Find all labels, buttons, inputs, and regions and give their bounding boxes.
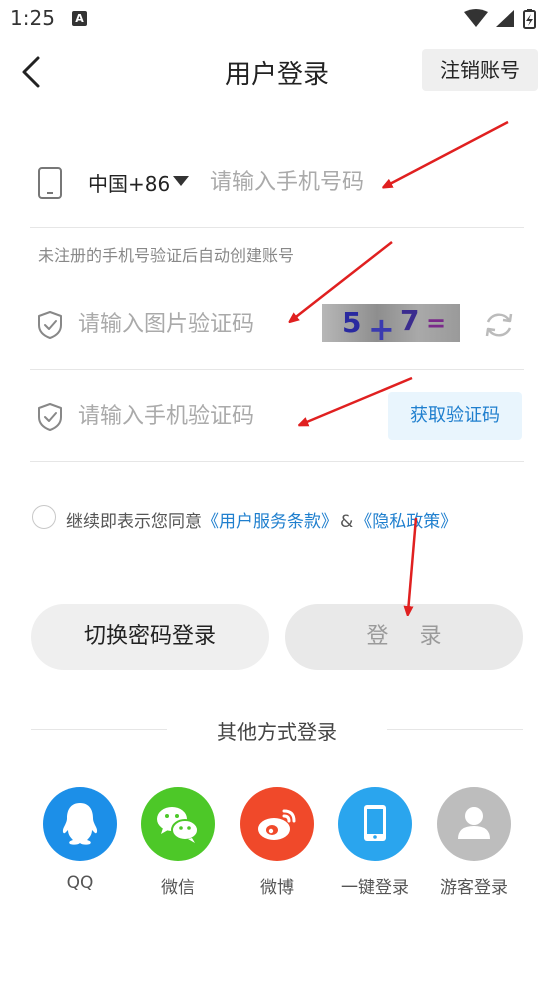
guest-login-option[interactable]: 游客登录 [436,787,512,898]
caret-down-icon[interactable] [172,174,190,188]
captcha-image[interactable]: 5 + 7 = [322,304,460,342]
terms-link[interactable]: 《用户服务条款》 [202,512,338,532]
wifi-icon [464,9,488,27]
battery-charging-icon [526,14,533,26]
header: 用户登录 注销账号 [0,36,554,108]
country-code-selector[interactable]: 中国+86 [88,168,170,197]
image-captcha-input[interactable] [78,304,308,344]
image-captcha-row: 5 + 7 = [30,278,524,370]
sms-code-input[interactable] [78,396,358,436]
agreement-text: 继续即表示您同意《用户服务条款》 & 《隐私政策》 [66,507,457,532]
sms-code-row: 获取验证码 [30,370,524,462]
agreement-prefix: 继续即表示您同意 [66,512,202,532]
qq-login-option[interactable]: QQ [42,787,118,893]
agreement-row: 继续即表示您同意《用户服务条款》 & 《隐私政策》 [30,503,524,533]
weibo-login-option[interactable]: 微博 [239,787,315,898]
weibo-icon[interactable] [240,787,314,861]
qq-label: QQ [66,873,94,893]
one-click-login-label: 一键登录 [341,878,409,898]
notification-a-icon: A [72,11,87,26]
shield-check-icon [38,311,62,339]
one-click-login-option[interactable]: 一键登录 [337,787,413,898]
captcha-char: 7 [400,304,420,337]
agreement-separator: & [340,512,354,532]
cancel-account-button[interactable]: 注销账号 [422,49,538,91]
wechat-icon[interactable] [141,787,215,861]
guest-login-label: 游客登录 [440,878,508,898]
weibo-label: 微博 [260,878,294,898]
signal-icon [496,10,514,27]
qq-icon[interactable] [43,787,117,861]
wechat-login-option[interactable]: 微信 [140,787,216,898]
wechat-label: 微信 [161,878,195,898]
shield-check-icon [38,403,62,431]
status-time: 1:25 [10,6,55,30]
mobile-phone-icon [38,167,62,199]
switch-password-login-button[interactable]: 切换密码登录 [31,604,269,670]
auto-register-hint: 未注册的手机号验证后自动创建账号 [38,246,295,265]
phone-icon[interactable] [338,787,412,861]
guest-icon[interactable] [437,787,511,861]
other-login-title: 其他方式登录 [217,720,337,744]
login-button[interactable]: 登 录 [285,604,523,670]
status-icons [462,8,546,34]
captcha-char: = [426,309,447,337]
agreement-checkbox[interactable] [32,505,56,529]
phone-number-input[interactable] [210,162,510,202]
refresh-icon[interactable] [482,308,516,342]
captcha-char: + [368,310,395,342]
status-bar: 1:25 A [0,0,554,36]
captcha-char: 5 [342,306,362,339]
get-code-button[interactable]: 获取验证码 [388,392,522,440]
phone-number-row: 中国+86 [30,140,524,228]
privacy-link[interactable]: 《隐私政策》 [355,512,457,532]
